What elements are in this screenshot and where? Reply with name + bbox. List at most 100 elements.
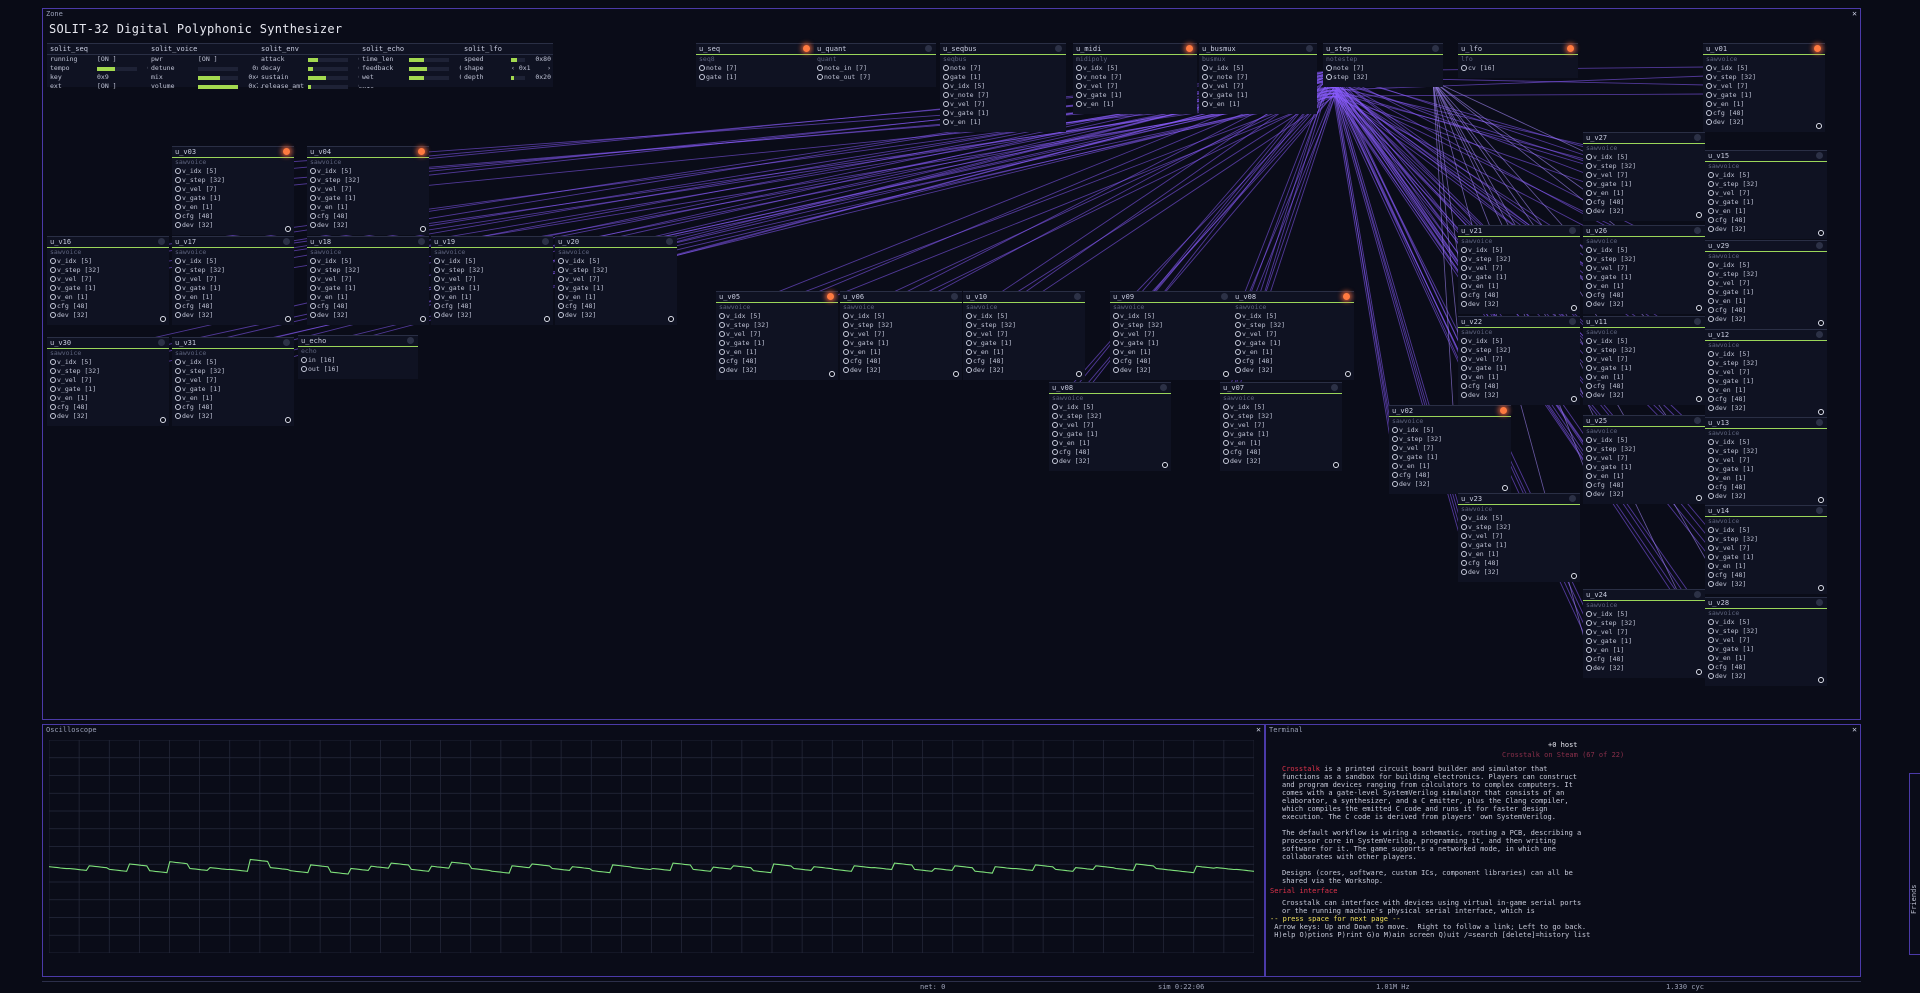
port-row[interactable]: cfg [48] (307, 212, 429, 221)
port-row[interactable]: v_vel [7] (716, 330, 838, 339)
port-row[interactable]: v_step [32] (1389, 435, 1511, 444)
port-dot-icon[interactable] (310, 213, 316, 219)
module-header[interactable]: solit_echo (359, 44, 477, 55)
port-dot-icon[interactable] (1708, 190, 1714, 196)
port-row[interactable]: v_step [32] (1705, 535, 1827, 544)
port-row[interactable]: v_step [32] (1705, 447, 1827, 456)
module-header[interactable]: u_v09 (1110, 292, 1232, 303)
port-row[interactable]: dev [32] (431, 311, 553, 320)
port-dot-icon[interactable] (175, 168, 181, 174)
port-row[interactable]: cfg [48] (1583, 198, 1705, 207)
module-header[interactable]: u_v03 (172, 147, 294, 158)
module-u_v05[interactable]: u_v05 sawvoice v_idx [5] v_step [32] v_vel [… (716, 291, 838, 380)
port-row[interactable]: note [7] (696, 64, 814, 73)
port-row[interactable]: v_idx [5] (307, 257, 429, 266)
port-dot-icon[interactable] (1202, 92, 1208, 98)
port-dot-icon[interactable] (301, 366, 307, 372)
module-u_v10[interactable]: u_v10 sawvoice v_idx [5] v_step [32] v_vel [… (963, 291, 1085, 380)
port-dot-icon[interactable] (310, 177, 316, 183)
port-row[interactable]: cfg [48] (716, 357, 838, 366)
port-dot-icon[interactable] (719, 358, 725, 364)
port-row[interactable]: v_gate [1] (1705, 198, 1827, 207)
port-row[interactable]: cfg [48] (1232, 357, 1354, 366)
port-row[interactable]: cfg [48] (1458, 559, 1580, 568)
module-header[interactable]: u_v23 (1458, 494, 1580, 505)
module-header[interactable]: u_quant (814, 44, 936, 55)
port-row[interactable]: v_idx [5] (172, 167, 294, 176)
module-u_v11[interactable]: u_v11 sawvoice v_idx [5] v_step [32] v_vel [… (1583, 316, 1705, 405)
port-row[interactable]: dev [32] (716, 366, 838, 375)
port-dot-icon[interactable] (943, 74, 949, 80)
port-row[interactable]: cfg [48] (1705, 663, 1827, 672)
port-dot-icon[interactable] (1706, 74, 1712, 80)
port-row[interactable]: cfg [48] (1110, 357, 1232, 366)
port-row[interactable]: v_en [1] (1458, 282, 1580, 291)
port-dot-icon[interactable] (175, 213, 181, 219)
port-row[interactable]: dev [32] (172, 412, 294, 421)
port-dot-icon[interactable] (1708, 554, 1714, 560)
port-dot-icon[interactable] (175, 294, 181, 300)
module-u_v06[interactable]: u_v06 sawvoice v_idx [5] v_step [32] v_vel [… (840, 291, 962, 380)
port-dot-icon[interactable] (175, 312, 181, 318)
port-dot-icon[interactable] (1586, 665, 1592, 671)
port-row[interactable]: v_gate [1] (307, 194, 429, 203)
port-dot-icon[interactable] (310, 303, 316, 309)
knob-slider[interactable] (308, 76, 348, 80)
port-dot-icon[interactable] (1076, 101, 1082, 107)
port-dot-icon[interactable] (817, 74, 823, 80)
port-dot-icon[interactable] (558, 312, 564, 318)
module-header[interactable]: u_midi (1073, 44, 1197, 55)
port-dot-icon[interactable] (1708, 405, 1714, 411)
port-dot-icon[interactable] (1708, 387, 1714, 393)
port-row[interactable]: v_idx [5] (940, 82, 1066, 91)
knob-slider[interactable] (198, 76, 238, 80)
module-u_v12[interactable]: u_v12 sawvoice v_idx [5] v_step [32] v_vel [… (1705, 329, 1827, 418)
port-dot-icon[interactable] (1235, 331, 1241, 337)
port-dot-icon[interactable] (1708, 581, 1714, 587)
port-row[interactable]: v_idx [5] (307, 167, 429, 176)
port-row[interactable]: v_vel [7] (172, 376, 294, 385)
port-dot-icon[interactable] (1708, 572, 1714, 578)
port-dot-icon[interactable] (558, 267, 564, 273)
port-row[interactable]: v_gate [1] (555, 284, 677, 293)
port-row[interactable]: v_vel [7] (1705, 279, 1827, 288)
port-dot-icon[interactable] (1708, 217, 1714, 223)
port-row[interactable]: dev [32] (555, 311, 677, 320)
port-dot-icon[interactable] (1113, 358, 1119, 364)
port-dot-icon[interactable] (843, 367, 849, 373)
port-row[interactable]: v_step [32] (47, 367, 169, 376)
knob-row-feedback[interactable]: feedback0x66 (359, 64, 477, 73)
port-dot-icon[interactable] (1223, 413, 1229, 419)
port-row[interactable]: v_idx [5] (172, 358, 294, 367)
module-u_v02[interactable]: u_v02 sawvoice v_idx [5] v_step [32] v_vel [… (1389, 405, 1511, 494)
port-dot-icon[interactable] (1461, 392, 1467, 398)
port-row[interactable]: cfg [48] (172, 403, 294, 412)
port-dot-icon[interactable] (1392, 481, 1398, 487)
port-dot-icon[interactable] (1223, 431, 1229, 437)
port-dot-icon[interactable] (1708, 307, 1714, 313)
port-dot-icon[interactable] (175, 303, 181, 309)
port-row[interactable]: v_en [1] (1583, 282, 1705, 291)
port-row[interactable]: v_en [1] (307, 203, 429, 212)
port-row[interactable]: v_en [1] (1458, 373, 1580, 382)
port-row[interactable]: v_step [32] (1583, 346, 1705, 355)
port-dot-icon[interactable] (434, 303, 440, 309)
chevron-right-icon[interactable]: › (547, 64, 551, 73)
port-dot-icon[interactable] (1202, 83, 1208, 89)
module-header[interactable]: u_lfo (1458, 44, 1578, 55)
knob-slider[interactable] (198, 67, 238, 71)
module-header[interactable]: u_v11 (1583, 317, 1705, 328)
port-row[interactable]: v_en [1] (431, 293, 553, 302)
port-dot-icon[interactable] (50, 404, 56, 410)
port-row[interactable]: cfg [48] (172, 302, 294, 311)
port-row[interactable]: v_vel [7] (1583, 628, 1705, 637)
module-u_v24[interactable]: u_v24 sawvoice v_idx [5] v_step [32] v_vel [… (1583, 589, 1705, 678)
port-dot-icon[interactable] (1586, 374, 1592, 380)
port-row[interactable]: v_en [1] (1705, 654, 1827, 663)
port-dot-icon[interactable] (1708, 226, 1714, 232)
port-row[interactable]: v_step [32] (1705, 359, 1827, 368)
port-row[interactable]: v_idx [5] (1705, 618, 1827, 627)
port-dot-icon[interactable] (175, 395, 181, 401)
port-dot-icon[interactable] (1052, 422, 1058, 428)
module-header[interactable]: u_v31 (172, 338, 294, 349)
